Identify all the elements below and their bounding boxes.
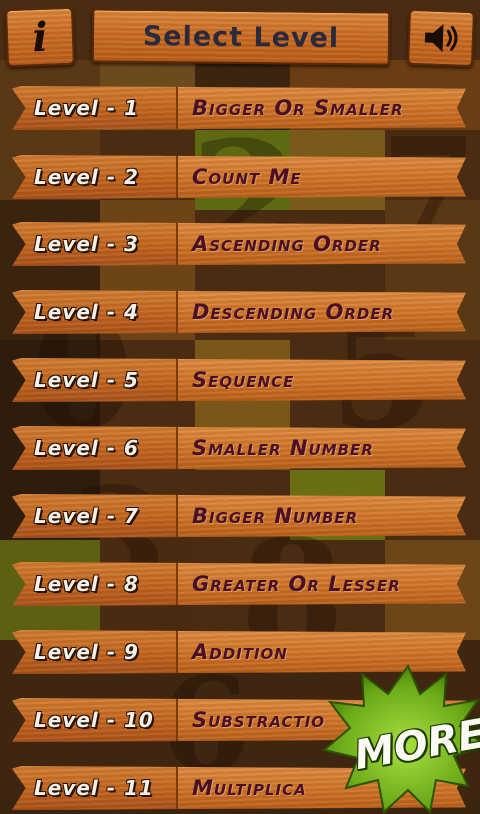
level-number: Level - 11 [34,776,154,800]
level-name: Multiplica [192,776,307,800]
level-number-cell: Level - 8 [12,562,176,606]
level-name: Addition [192,640,288,664]
level-number: Level - 10 [34,708,154,732]
sound-button[interactable] [407,8,475,68]
level-row-2[interactable]: Level - 2 Count Me [12,155,466,199]
level-name: Smaller Number [192,436,374,460]
level-name-cell: Ascending Order [176,222,466,266]
level-row-5[interactable]: Level - 5 Sequence [12,358,466,402]
level-name-cell: Count Me [176,155,466,199]
level-number-cell: Level - 1 [12,86,176,130]
level-row-7[interactable]: Level - 7 Bigger Number [12,494,466,538]
level-number: Level - 8 [34,572,139,596]
level-number-cell: Level - 9 [12,630,176,674]
level-number: Level - 2 [34,165,139,189]
level-name-cell: Smaller Number [176,426,466,470]
level-name: Count Me [192,165,302,189]
title-plank: Select Level [91,8,391,66]
level-number-cell: Level - 11 [12,766,176,810]
level-name: Bigger Number [192,504,359,528]
level-row-8[interactable]: Level - 8 Greater Or Lesser [12,562,466,606]
level-number: Level - 7 [34,504,139,528]
info-button[interactable]: i [5,6,75,68]
level-name: Bigger Or Smaller [192,96,404,120]
level-name: Ascending Order [192,232,382,256]
level-name-cell: Sequence [176,358,466,402]
level-number-cell: Level - 2 [12,155,176,199]
level-number: Level - 6 [34,436,139,460]
page-title: Select Level [142,20,340,54]
more-games-button[interactable]: MORE [318,664,480,814]
level-number: Level - 5 [34,368,139,392]
level-row-1[interactable]: Level - 1 Bigger Or Smaller [12,86,466,130]
level-number-cell: Level - 4 [12,290,176,334]
level-number-cell: Level - 7 [12,494,176,538]
level-name: Descending Order [192,300,395,324]
level-number: Level - 9 [34,640,139,664]
level-name: Sequence [192,368,295,392]
level-row-6[interactable]: Level - 6 Smaller Number [12,426,466,470]
level-number: Level - 1 [34,96,139,120]
level-number-cell: Level - 6 [12,426,176,470]
level-name-cell: Bigger Or Smaller [176,86,466,130]
level-name: Greater Or Lesser [192,572,401,596]
level-name-cell: Bigger Number [176,494,466,538]
level-number: Level - 4 [34,300,139,324]
level-number-cell: Level - 5 [12,358,176,402]
info-icon: i [31,13,49,61]
level-number: Level - 3 [34,232,139,256]
level-number-cell: Level - 3 [12,222,176,266]
level-number-cell: Level - 10 [12,698,176,742]
level-row-3[interactable]: Level - 3 Ascending Order [12,222,466,266]
level-name: Substractio [192,708,326,732]
level-name-cell: Descending Order [176,290,466,334]
level-name-cell: Greater Or Lesser [176,562,466,606]
level-row-4[interactable]: Level - 4 Descending Order [12,290,466,334]
speaker-icon [424,24,458,53]
